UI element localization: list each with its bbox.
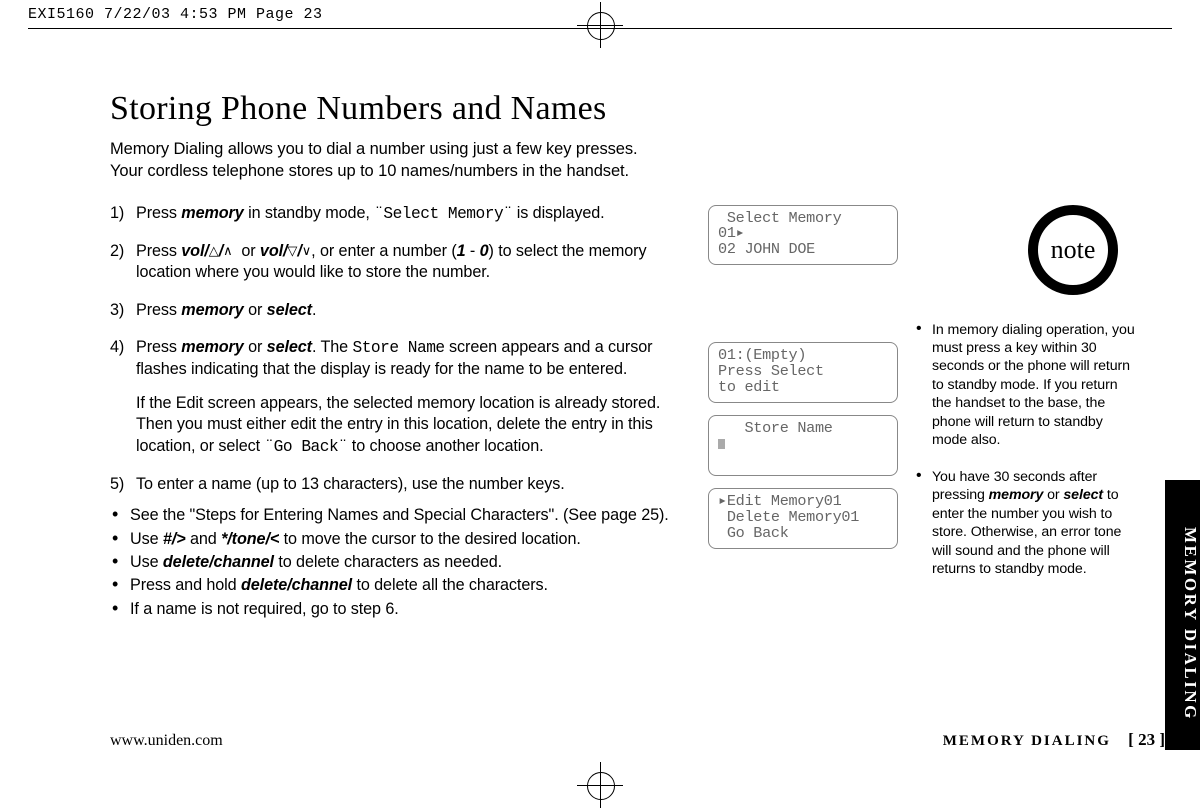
bullet-1: •See the "Steps for Entering Names and S… [110,505,800,526]
page-title: Storing Phone Numbers and Names [110,90,1165,128]
bullet-3: •Use delete/channel to delete characters… [110,552,800,573]
print-header-text: EXI5160 7/22/03 4:53 PM Page 23 [28,6,323,23]
footer-url: www.uniden.com [110,732,223,750]
note-bullet-1: •In memory dialing operation, you must p… [916,321,1136,450]
lcd-select-memory: Select Memory 01▸ 02 JOHN DOE [708,205,898,266]
lcd-store-name: Store Name [708,415,898,476]
registration-mark-icon [577,2,623,48]
side-tab: MEMORY DIALING [1165,480,1200,750]
step-3: 3) Press memory or select. [110,300,690,321]
page-content: Storing Phone Numbers and Names Memory D… [110,90,1165,750]
steps-column: 1) Press memory in standby mode, ¨Select… [110,203,690,623]
step-4: 4) Press memory or select. The Store Nam… [110,337,690,458]
intro-text: Memory Dialing allows you to dial a numb… [110,138,790,183]
note-bullet-2: •You have 30 seconds after pressing memo… [916,468,1136,579]
footer-section: MEMORY DIALING [ 23 ] [943,730,1165,750]
bullet-5: •If a name is not required, go to step 6… [110,599,800,620]
step-1: 1) Press memory in standby mode, ¨Select… [110,203,690,225]
registration-mark-icon [577,762,623,808]
bullet-4: •Press and hold delete/channel to delete… [110,575,800,596]
note-column: note •In memory dialing operation, you m… [916,203,1136,623]
note-icon: note [1020,197,1126,303]
step-5: 5) To enter a name (up to 13 characters)… [110,474,690,495]
step-2: 2) Press vol/△/∧ or vol/▽/∨, or enter a … [110,241,690,284]
lcd-empty: 01:(Empty) Press Select to edit [708,342,898,403]
bullet-2: •Use #/> and */tone/< to move the cursor… [110,529,800,550]
footer: www.uniden.com MEMORY DIALING [ 23 ] [110,730,1165,750]
